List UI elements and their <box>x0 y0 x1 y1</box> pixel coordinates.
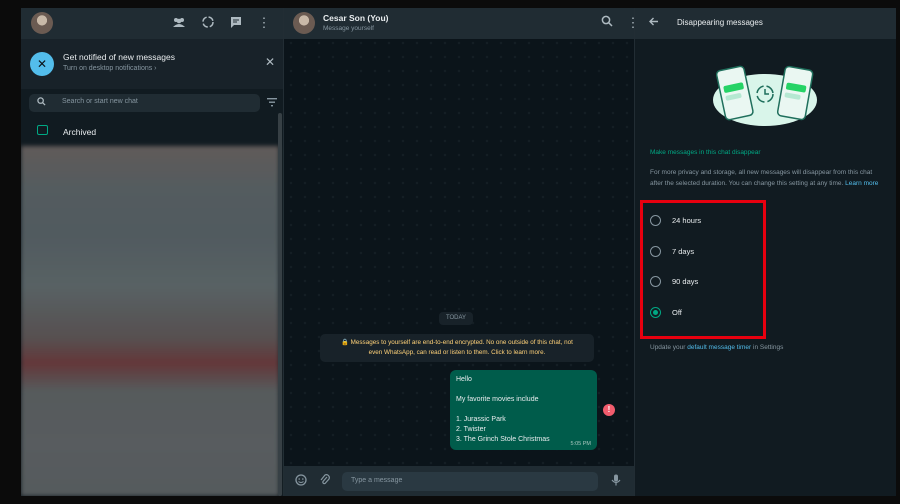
chat-header[interactable]: Cesar Son (You) Message yourself ⋮ <box>284 8 640 39</box>
radio-button[interactable] <box>650 215 661 226</box>
filter-icon[interactable] <box>267 98 277 109</box>
panel-title: Disappearing messages <box>677 18 763 27</box>
emoji-icon[interactable] <box>295 474 307 489</box>
description: For more privacy and storage, all new me… <box>650 168 882 189</box>
option-24-hours[interactable]: 24 hours <box>650 207 756 238</box>
message-line: 1. Jurassic Park <box>456 416 506 423</box>
option-off[interactable]: Off <box>650 299 756 330</box>
description-text: For more privacy and storage, all new me… <box>650 169 873 187</box>
radio-button-selected[interactable] <box>650 306 661 318</box>
right-header: Disappearing messages <box>635 8 896 39</box>
back-arrow-icon[interactable] <box>648 16 659 30</box>
duration-options: 24 hours 7 days 90 days Off <box>640 200 766 339</box>
archived-label: Archived <box>63 127 97 137</box>
notify-subtitle[interactable]: Turn on desktop notifications › <box>63 65 157 72</box>
message-time: 5:05 PM <box>570 441 591 447</box>
message-input[interactable]: Type a message <box>342 472 598 491</box>
option-label: 24 hours <box>672 216 702 225</box>
left-header: ⋮ <box>21 8 283 39</box>
whatsapp-window: ⋮ ✕ Get notified of new messages Turn on… <box>21 8 896 496</box>
option-label: Off <box>672 307 682 317</box>
blurred-chat-list <box>21 146 279 496</box>
message-line: My favorite movies include <box>456 396 539 403</box>
encryption-line-2: even WhatsApp, can read or listen to the… <box>368 349 546 356</box>
contact-name: Cesar Son (You) <box>323 13 389 23</box>
message-line: 2. Twister <box>456 426 486 433</box>
message-line: Hello <box>456 376 472 383</box>
archive-icon <box>37 125 48 135</box>
option-label: 7 days <box>672 246 695 256</box>
update-timer-note: Update your default message timer in Set… <box>650 344 783 351</box>
message-bubble[interactable]: Hello My favorite movies include 1. Jura… <box>450 370 597 450</box>
option-7-days[interactable]: 7 days <box>650 238 756 269</box>
error-icon[interactable]: ! <box>603 404 615 416</box>
disappearing-messages-panel: Disappearing messages Make messages in t… <box>634 8 896 496</box>
profile-avatar[interactable] <box>31 12 53 34</box>
new-chat-icon[interactable] <box>228 15 244 31</box>
search-icon <box>37 97 46 108</box>
update-suffix: in Settings <box>753 344 784 351</box>
bell-off-icon: ✕ <box>30 52 54 76</box>
section-heading: Make messages in this chat disappear <box>650 149 761 156</box>
encryption-line-1: 🔒 Messages to yourself are end-to-end en… <box>341 339 573 346</box>
notify-title: Get notified of new messages <box>63 52 175 62</box>
search-icon[interactable] <box>599 15 615 31</box>
option-label: 90 days <box>672 277 699 286</box>
search-input[interactable]: Search or start new chat <box>29 94 260 112</box>
contact-subtitle: Message yourself <box>323 25 374 32</box>
contact-avatar[interactable] <box>293 12 315 34</box>
search-placeholder: Search or start new chat <box>62 98 138 105</box>
encryption-notice[interactable]: 🔒 Messages to yourself are end-to-end en… <box>320 334 594 362</box>
chat-list-panel: ⋮ ✕ Get notified of new messages Turn on… <box>21 8 284 496</box>
notification-banner[interactable]: ✕ Get notified of new messages Turn on d… <box>21 39 283 89</box>
update-prefix: Update your <box>650 344 686 351</box>
mic-icon[interactable] <box>611 474 621 489</box>
radio-button[interactable] <box>650 276 661 287</box>
attach-icon[interactable] <box>319 474 331 489</box>
option-90-days[interactable]: 90 days <box>650 268 756 299</box>
learn-more-link[interactable]: Learn more <box>845 180 878 187</box>
search-row: Search or start new chat <box>21 89 283 119</box>
default-timer-link[interactable]: default message timer <box>687 344 751 351</box>
disappearing-illustration-icon <box>713 65 817 126</box>
conversation-panel: Cesar Son (You) Message yourself ⋮ TODAY… <box>284 8 640 496</box>
archived-row[interactable]: Archived <box>21 119 283 145</box>
close-icon[interactable]: ✕ <box>265 55 275 69</box>
menu-icon[interactable]: ⋮ <box>256 15 272 31</box>
community-icon[interactable] <box>171 15 187 31</box>
composer-bar: Type a message <box>284 466 634 496</box>
date-divider: TODAY <box>439 312 473 325</box>
status-icon[interactable] <box>200 15 216 31</box>
chat-list-scrollbar[interactable] <box>278 113 282 496</box>
radio-button[interactable] <box>650 245 661 257</box>
message-placeholder: Type a message <box>351 477 403 484</box>
